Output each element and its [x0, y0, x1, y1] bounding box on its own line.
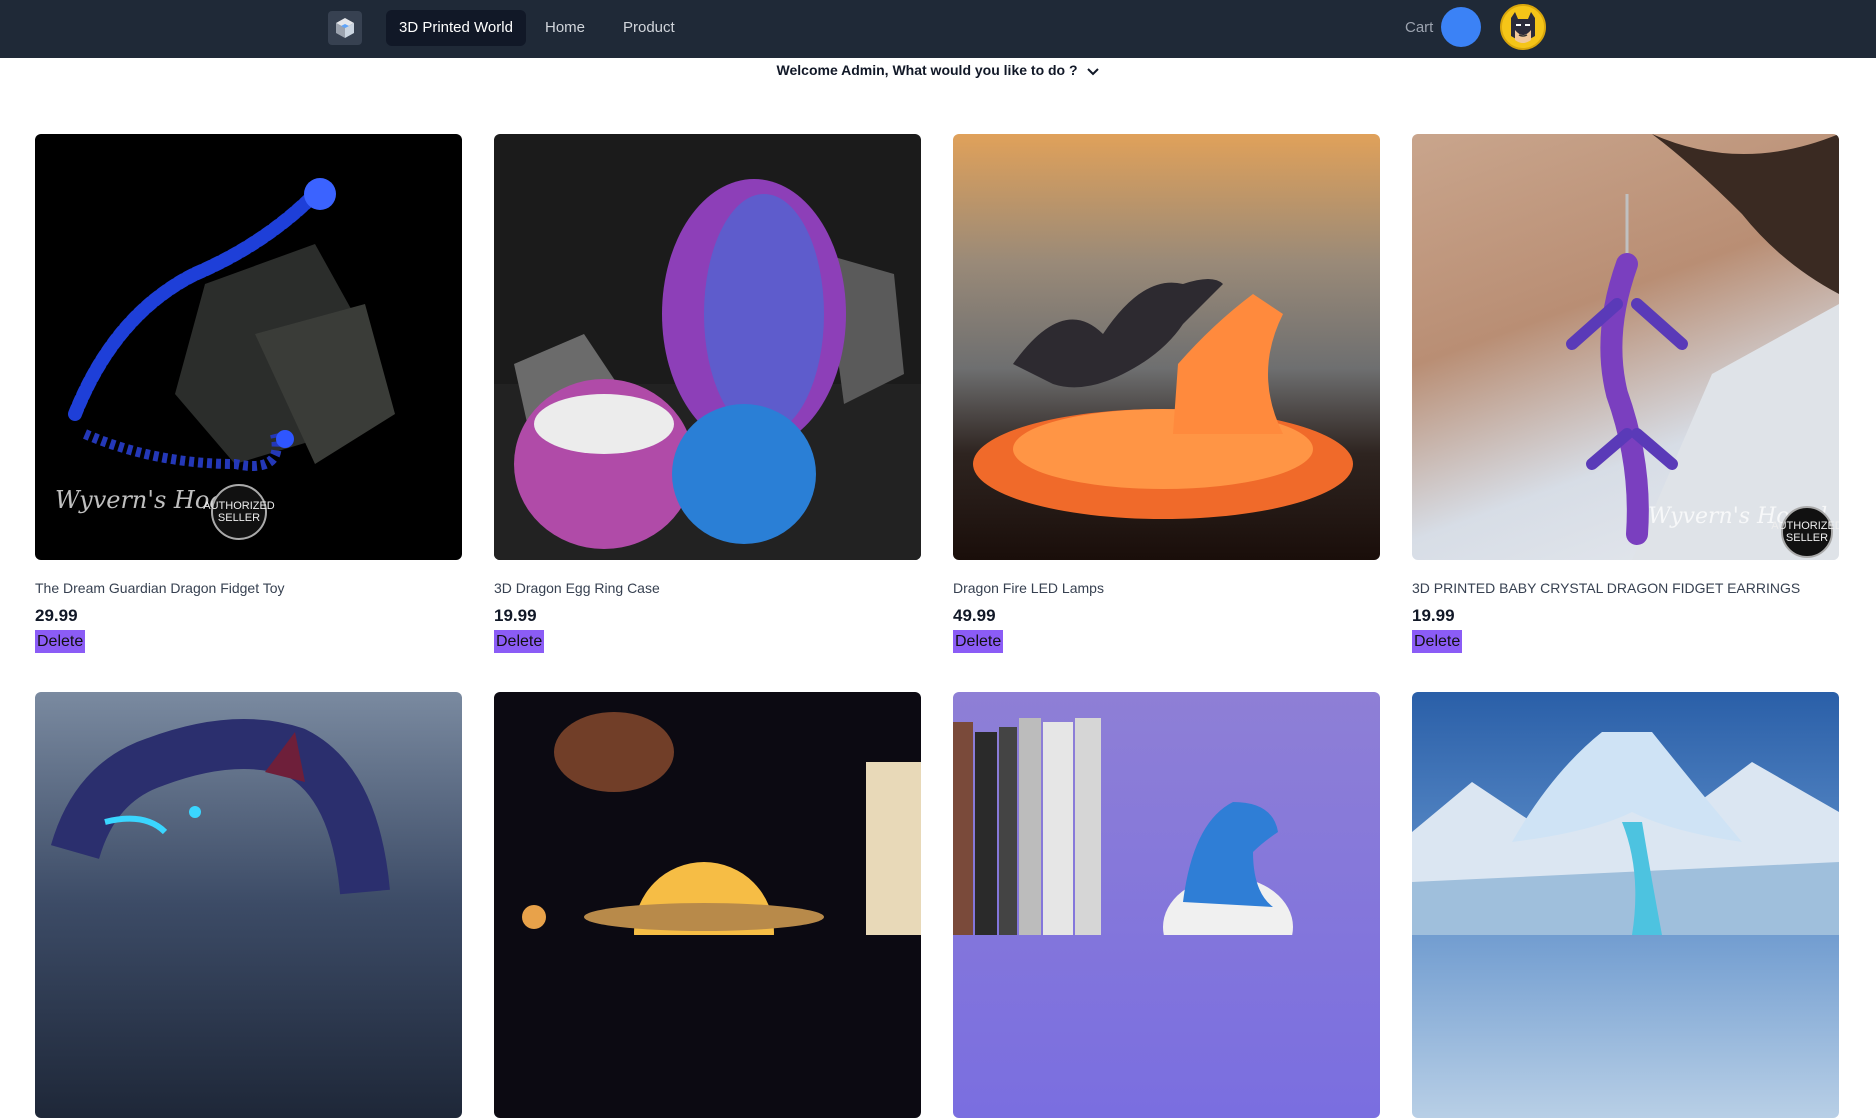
delete-button[interactable]: Delete	[35, 630, 86, 653]
seal-badge: AUTHORIZED SELLER	[1771, 506, 1839, 558]
nav-product-link[interactable]: Product	[610, 10, 688, 46]
product-card	[953, 692, 1380, 1118]
cube-logo-icon[interactable]	[328, 11, 362, 45]
product-image[interactable]	[35, 692, 462, 1118]
product-card: Dragon Fire LED Lamps 49.99 Delete	[953, 134, 1380, 653]
nav-brand-link[interactable]: 3D Printed World	[386, 10, 526, 46]
cart-button[interactable]	[1441, 7, 1481, 47]
delete-button[interactable]: Delete	[953, 630, 1004, 653]
product-image[interactable]	[494, 134, 921, 560]
delete-button[interactable]: Delete	[1412, 630, 1463, 653]
product-image[interactable]: Wyvern's Hoard AUTHORIZED SELLER	[35, 134, 462, 560]
product-image[interactable]	[953, 692, 1380, 1118]
product-name: 3D Dragon Egg Ring Case	[494, 580, 660, 596]
product-price: 19.99	[1412, 606, 1455, 625]
welcome-text: Welcome Admin, What would you like to do…	[776, 62, 1078, 78]
product-price: 49.99	[953, 606, 996, 625]
product-card: Wyvern's Hoard AUTHORIZED SELLER 3D PRIN…	[1412, 134, 1839, 653]
navbar: 3D Printed World Home Product Cart	[0, 0, 1876, 58]
nav-home-link[interactable]: Home	[532, 10, 598, 46]
product-card	[1412, 692, 1839, 1118]
product-card	[35, 692, 462, 1118]
product-image[interactable]: Wyvern's Hoard AUTHORIZED SELLER	[1412, 134, 1839, 560]
product-card: 3D Dragon Egg Ring Case 19.99 Delete	[494, 134, 921, 653]
delete-button[interactable]: Delete	[494, 630, 545, 653]
product-price: 29.99	[35, 606, 78, 625]
product-name: Dragon Fire LED Lamps	[953, 580, 1104, 596]
admin-menu-toggle[interactable]: Welcome Admin, What would you like to do…	[0, 62, 1876, 79]
batman-avatar-icon[interactable]	[1500, 4, 1546, 50]
product-image[interactable]	[953, 134, 1380, 560]
seal-badge: AUTHORIZED SELLER	[203, 484, 275, 540]
product-image[interactable]	[494, 692, 921, 1118]
product-card	[494, 692, 921, 1118]
product-price: 19.99	[494, 606, 537, 625]
product-name: 3D PRINTED BABY CRYSTAL DRAGON FIDGET EA…	[1412, 580, 1801, 596]
product-card: Wyvern's Hoard AUTHORIZED SELLER The Dre…	[35, 134, 462, 653]
product-image[interactable]	[1412, 692, 1839, 1118]
cart-label: Cart	[1405, 19, 1434, 36]
chevron-down-icon	[1087, 63, 1100, 79]
product-name: The Dream Guardian Dragon Fidget Toy	[35, 580, 285, 596]
